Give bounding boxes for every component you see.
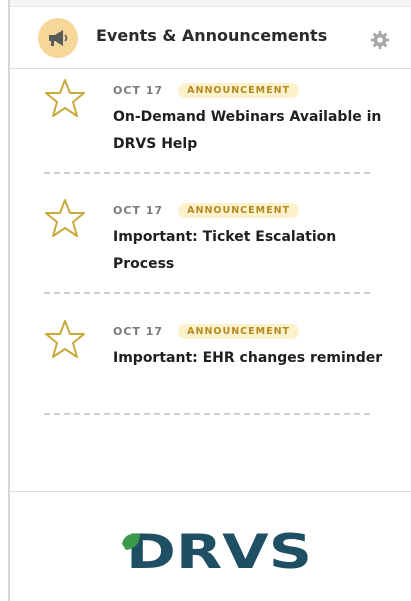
star-icon[interactable]	[44, 198, 86, 242]
panel-header: Events & Announcements	[10, 6, 411, 69]
announcement-badge: ANNOUNCEMENT	[178, 324, 300, 339]
panel-title: Events & Announcements	[96, 26, 328, 45]
announcement-badge: ANNOUNCEMENT	[178, 203, 300, 218]
item-divider	[44, 172, 370, 174]
drvs-logo: DRVS	[122, 525, 312, 578]
panel-footer: DRVS	[10, 491, 411, 601]
star-icon[interactable]	[44, 78, 86, 122]
drvs-logo-text: DRVS	[126, 525, 312, 578]
item-meta: OCT 17 ANNOUNCEMENT	[113, 80, 300, 100]
item-title[interactable]: Important: EHR changes reminder	[113, 345, 383, 372]
item-meta: OCT 17 ANNOUNCEMENT	[113, 321, 300, 341]
item-divider	[44, 413, 370, 415]
item-date: OCT 17	[113, 325, 164, 338]
announcement-item[interactable]: OCT 17 ANNOUNCEMENT On-Demand Webinars A…	[10, 74, 411, 194]
events-panel: Events & Announcements OCT 17 ANNOUNCEME…	[8, 0, 411, 601]
item-date: OCT 17	[113, 204, 164, 217]
item-title[interactable]: On-Demand Webinars Available in DRVS Hel…	[113, 104, 383, 158]
megaphone-icon	[38, 18, 78, 58]
star-icon[interactable]	[44, 319, 86, 363]
item-meta: OCT 17 ANNOUNCEMENT	[113, 200, 300, 220]
item-divider	[44, 292, 370, 294]
announcement-item[interactable]: OCT 17 ANNOUNCEMENT Important: EHR chang…	[10, 315, 411, 435]
announcement-item[interactable]: OCT 17 ANNOUNCEMENT Important: Ticket Es…	[10, 194, 411, 314]
gear-icon[interactable]	[370, 30, 390, 54]
announcement-badge: ANNOUNCEMENT	[178, 83, 300, 98]
item-title[interactable]: Important: Ticket Escalation Process	[113, 224, 383, 278]
item-date: OCT 17	[113, 84, 164, 97]
